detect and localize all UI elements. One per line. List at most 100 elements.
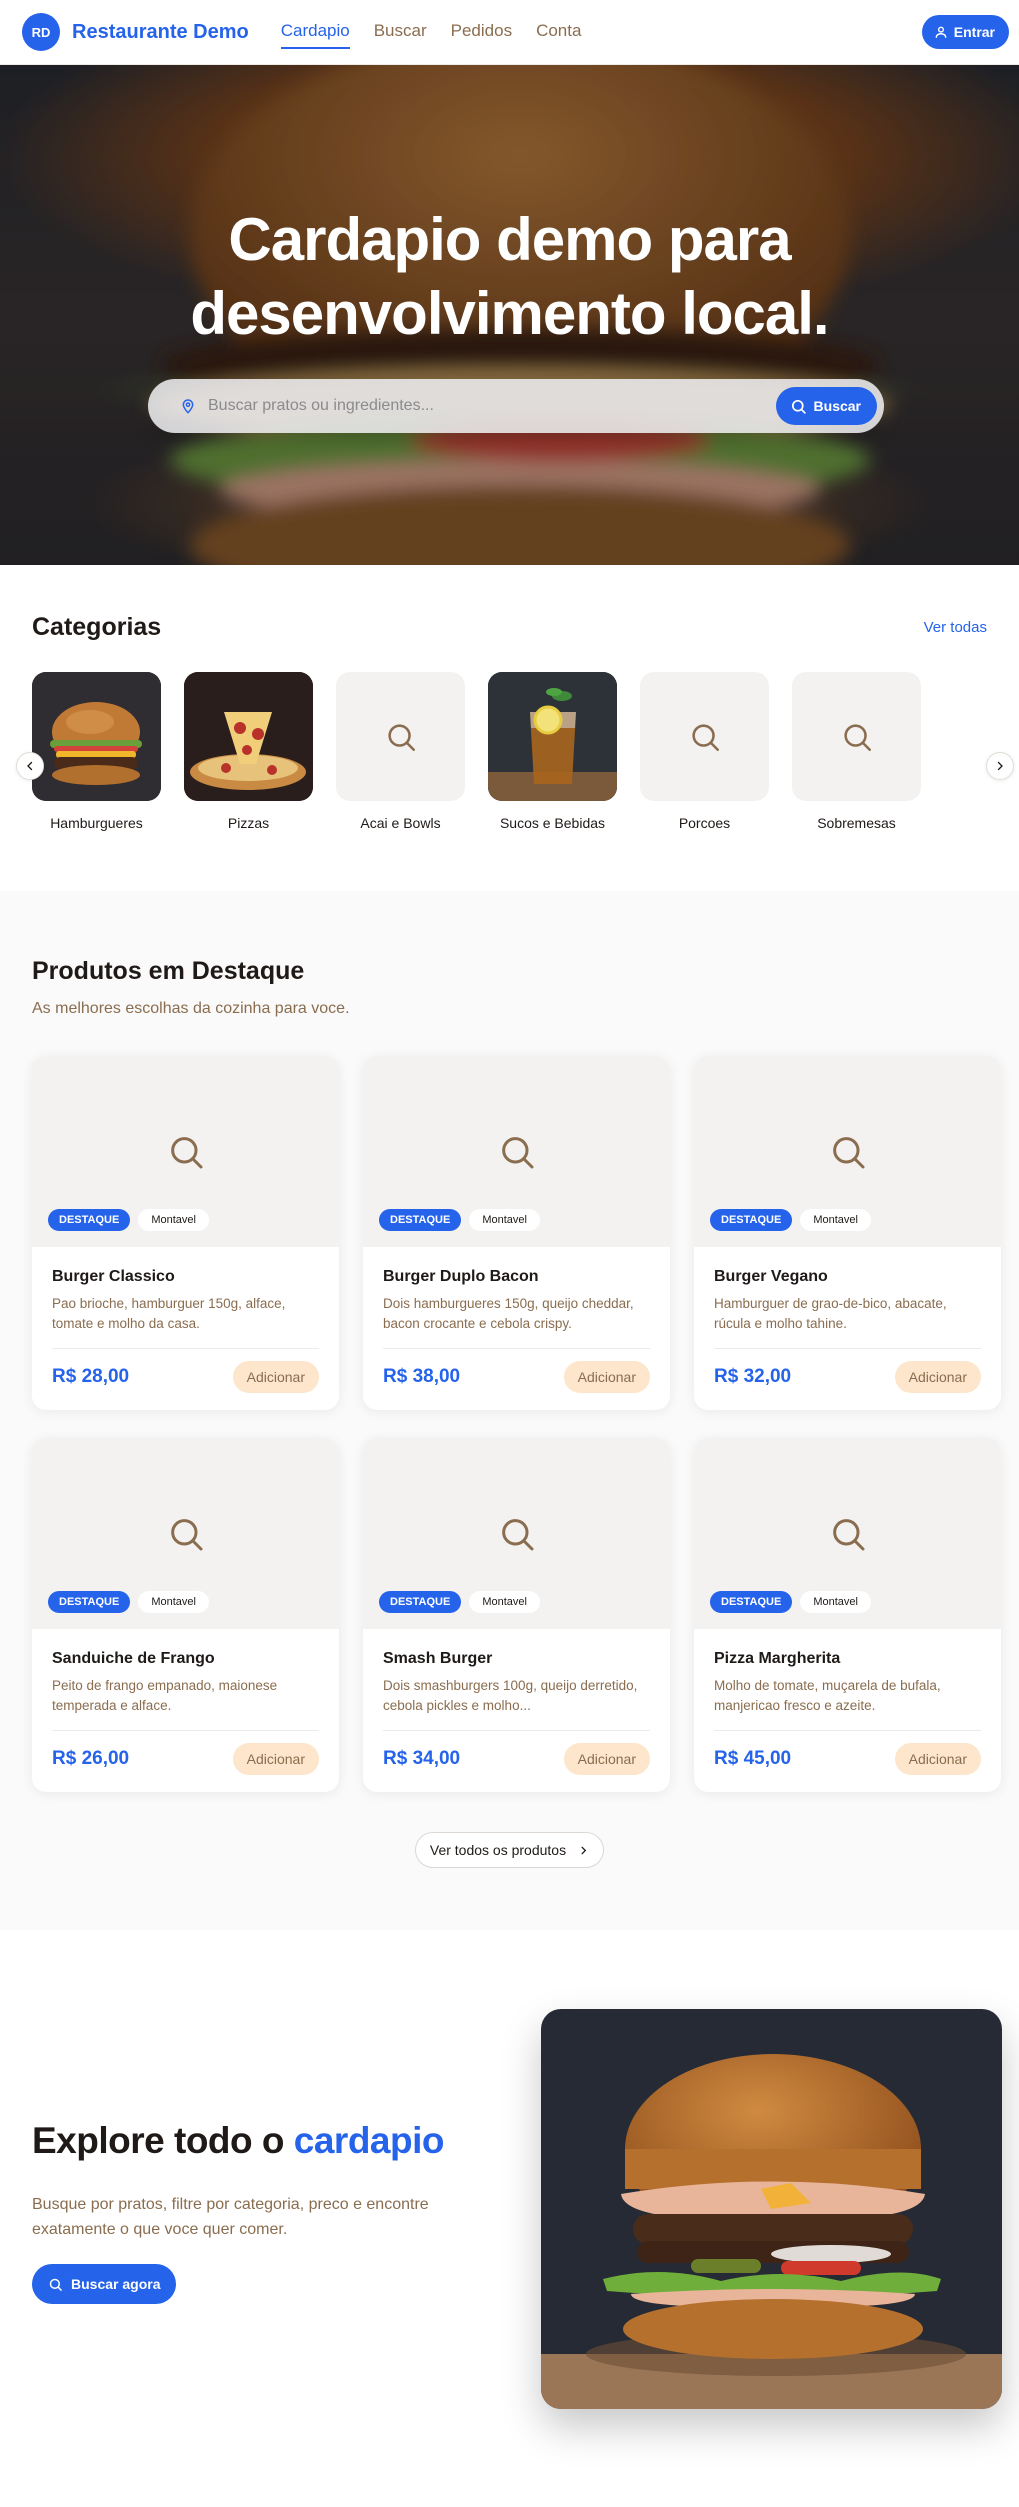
product-card[interactable]: DESTAQUE Montavel Smash Burger Dois smas… [363,1438,670,1792]
add-to-cart-button[interactable]: Adicionar [563,1361,650,1393]
carousel-prev-button[interactable] [16,752,44,780]
product-card[interactable]: DESTAQUE Montavel Pizza Margherita Molho… [694,1438,1001,1792]
product-card-footer: R$ 38,00 Adicionar [383,1348,650,1393]
search-now-button[interactable]: Buscar agora [32,2264,177,2304]
login-button[interactable]: Entrar [921,15,1009,49]
product-card[interactable]: DESTAQUE Montavel Burger Vegano Hamburgu… [694,1056,1001,1410]
chevron-right-icon [997,761,1003,771]
hero-search-button-label: Buscar [813,398,861,414]
hero-search-button[interactable]: Buscar [775,387,877,425]
product-image-placeholder: DESTAQUE Montavel [694,1056,1001,1247]
add-to-cart-button[interactable]: Adicionar [894,1361,981,1393]
product-card-body: Burger Duplo Bacon Dois hamburgueres 150… [363,1247,670,1393]
nav-item-conta[interactable]: Conta [536,15,581,49]
top-header: RD Restaurante Demo Cardapio Buscar Pedi… [0,0,1019,65]
product-badges: DESTAQUE Montavel [379,1209,540,1231]
product-card-body: Burger Classico Pao brioche, hamburguer … [32,1247,339,1393]
category-image-burger [32,672,161,801]
hero-title: Cardapio demo para desenvolvimento local… [0,203,1019,351]
category-item-pizzas[interactable]: Pizzas [184,672,313,831]
product-image-placeholder: DESTAQUE Montavel [694,1438,1001,1629]
product-card-footer: R$ 26,00 Adicionar [52,1730,319,1775]
add-to-cart-button[interactable]: Adicionar [232,1361,319,1393]
featured-badge: DESTAQUE [48,1209,131,1231]
nav-item-cardapio[interactable]: Cardapio [280,15,350,49]
category-item-sucos-bebidas[interactable]: Sucos e Bebidas [488,672,617,831]
category-item-hamburgueres[interactable]: Hamburgueres [32,672,161,831]
featured-badge: DESTAQUE [710,1209,793,1231]
product-card-body: Pizza Margherita Molho de tomate, muçare… [694,1629,1001,1775]
product-price: R$ 34,00 [383,1748,461,1769]
search-icon [501,1518,533,1550]
hero-title-line2: desenvolvimento local. [190,280,829,347]
explore-text: Busque por pratos, filtre por categoria,… [32,2196,429,2238]
product-image-placeholder: DESTAQUE Montavel [363,1056,670,1247]
explore-burger-image [541,2009,1002,2409]
explore-section: Explore todo o cardapio Busque por prato… [0,1930,1019,2485]
product-price: R$ 32,00 [714,1366,792,1387]
hero-title-line1: Cardapio demo para [228,206,791,273]
featured-badge: DESTAQUE [48,1591,131,1613]
nav-item-pedidos[interactable]: Pedidos [451,15,512,49]
product-name: Sanduiche de Frango [52,1650,215,1667]
search-icon [387,723,415,751]
category-image-placeholder [336,672,465,801]
product-price: R$ 45,00 [714,1748,792,1769]
logo-badge[interactable]: RD [22,13,60,51]
explore-title-highlight: cardapio [293,2120,445,2161]
product-badges: DESTAQUE Montavel [710,1591,871,1613]
category-item-porcoes[interactable]: Porcoes [640,672,769,831]
search-icon [832,1136,864,1168]
add-to-cart-button[interactable]: Adicionar [894,1743,981,1775]
category-item-acai-bowls[interactable]: Acai e Bowls [336,672,465,831]
chevron-right-icon [581,1846,587,1854]
product-card-body: Burger Vegano Hamburguer de grao-de-bico… [694,1247,1001,1393]
product-description: Hamburguer de grao-de-bico, abacate, rúc… [714,1296,947,1331]
search-icon [501,1136,533,1168]
product-name: Burger Duplo Bacon [383,1268,539,1285]
product-card-footer: R$ 28,00 Adicionar [52,1348,319,1393]
featured-badge: DESTAQUE [710,1591,793,1613]
see-all-products-button[interactable]: Ver todos os produtos [414,1832,605,1868]
category-label: Pizzas [227,815,270,831]
login-label: Entrar [953,24,995,40]
nav-item-buscar[interactable]: Buscar [374,15,427,49]
product-card-footer: R$ 45,00 Adicionar [714,1730,981,1775]
product-price: R$ 38,00 [383,1366,461,1387]
carousel-next-button[interactable] [986,752,1014,780]
product-name: Burger Classico [52,1268,175,1285]
customizable-badge: Montavel [800,1209,871,1231]
see-all-categories-link[interactable]: Ver todas [924,619,987,636]
customizable-badge: Montavel [138,1591,209,1613]
burger-photo [541,2009,1002,2409]
category-image-pizza [184,672,313,801]
product-price: R$ 28,00 [52,1366,130,1387]
categories-carousel: Hamburgueres Pizzas Acai e Bowls Sucos e… [32,672,1019,831]
product-card-footer: R$ 32,00 Adicionar [714,1348,981,1393]
product-description: Peito de frango empanado, maionese tempe… [52,1678,278,1713]
product-card[interactable]: DESTAQUE Montavel Burger Classico Pao br… [32,1056,339,1410]
main-nav: Cardapio Buscar Pedidos Conta [280,15,581,49]
product-card[interactable]: DESTAQUE Montavel Burger Duplo Bacon Doi… [363,1056,670,1410]
hero-banner: Cardapio demo para desenvolvimento local… [0,65,1019,565]
categories-title: Categorias [32,613,162,641]
category-item-sobremesas[interactable]: Sobremesas [792,672,921,831]
product-badges: DESTAQUE Montavel [379,1591,540,1613]
search-icon [791,399,806,414]
product-card[interactable]: DESTAQUE Montavel Sanduiche de Frango Pe… [32,1438,339,1792]
burger-photo [32,672,161,801]
product-image-placeholder: DESTAQUE Montavel [363,1438,670,1629]
add-to-cart-button[interactable]: Adicionar [232,1743,319,1775]
hero-search-bar: Buscar [148,379,884,433]
drink-photo [488,672,617,801]
customizable-badge: Montavel [138,1209,209,1231]
search-icon [843,723,871,751]
add-to-cart-button[interactable]: Adicionar [563,1743,650,1775]
product-description: Molho de tomate, muçarela de bufala, man… [714,1678,941,1713]
brand-name[interactable]: Restaurante Demo [72,21,249,44]
product-card-body: Sanduiche de Frango Peito de frango empa… [32,1629,339,1775]
user-icon [935,26,947,38]
featured-title: Produtos em Destaque [32,957,305,985]
hero-search-input[interactable] [208,397,776,415]
category-label: Hamburgueres [50,815,143,831]
